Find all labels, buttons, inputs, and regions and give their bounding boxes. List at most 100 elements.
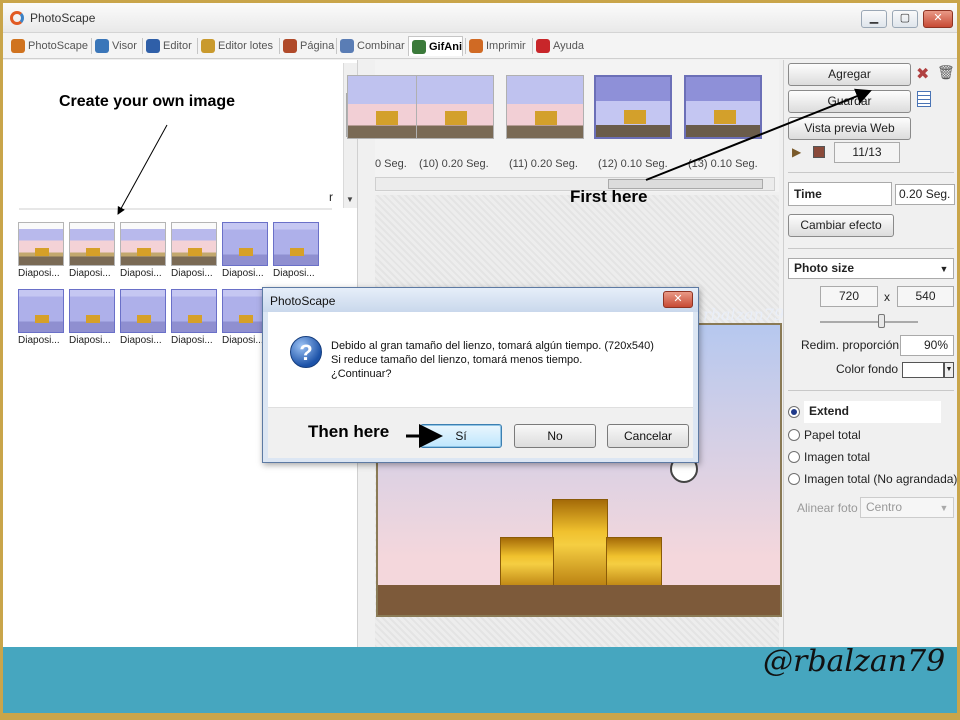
ground-floor [378,585,780,615]
tab-visor[interactable]: Visor [92,36,137,56]
list-icon[interactable] [917,91,931,107]
time-input[interactable]: 0.20 Seg. [895,184,955,205]
add-button[interactable]: Agregar [788,63,911,86]
tab-label: Página [300,40,335,52]
frame-thumbnail[interactable] [347,75,425,139]
frame-time-label: (12) 0.10 Seg. [598,158,668,170]
change-effect-button[interactable]: Cambiar efecto [788,214,894,237]
print-tab-icon [469,39,483,53]
thumbnail[interactable]: Diaposi... [171,222,219,282]
frame-counter: 11/13 [834,142,900,163]
photoscape-logo-icon [10,11,24,25]
bg-color-swatch[interactable] [902,362,944,378]
thumbnail[interactable]: Diaposi... [120,289,168,349]
maximize-button[interactable]: ▢ [892,10,918,28]
align-photo-dropdown[interactable]: Centro ▼ [860,497,954,518]
dialog-body: ? Debido al gran tamaño del lienzo, toma… [268,312,693,407]
tab-label: Combinar [357,40,405,52]
option-full-paper-label[interactable]: Papel total [804,428,861,442]
radio-full-image[interactable] [788,451,800,463]
frame-thumbnail[interactable] [506,75,584,139]
frame-time-label: (10) 0.20 Seg. [419,158,489,170]
chevron-down-icon: ▼ [939,503,949,513]
visor-tab-icon [95,39,109,53]
window-title: PhotoScape [30,11,96,25]
main-tab-bar: PhotoScape Visor Editor Editor lotes Pág… [3,33,957,59]
color-dropdown-arrow-icon[interactable]: ▼ [944,362,954,378]
trash-icon[interactable]: 🗑 [937,64,955,81]
stop-icon[interactable] [813,146,825,158]
photo-size-dropdown[interactable]: Photo size ▼ [788,258,954,279]
radio-full-image-no-enlarge[interactable] [788,473,800,485]
play-icon[interactable]: ▶ [792,145,801,159]
option-extend-label[interactable]: Extend [804,401,941,423]
tab-gifani[interactable]: GifAni [408,36,463,56]
thumbnail-label: Diaposi... [222,268,264,279]
radio-full-paper[interactable] [788,429,800,441]
chevron-down-icon: ▼ [939,264,949,274]
scroll-down-icon[interactable]: ▼ [346,195,354,204]
frame-thumbnail[interactable] [594,75,672,139]
tab-label: GifAni [429,41,462,53]
gold-block [552,499,608,591]
frame-thumbnail[interactable] [416,75,494,139]
align-photo-label: Alinear foto [797,501,858,515]
thumbnail[interactable]: Diaposi... [120,222,168,282]
tab-label: PhotoScape [28,40,88,52]
photoscape-tab-icon [11,39,25,53]
thumbnail-label: Diaposi... [69,335,111,346]
tab-editor[interactable]: Editor [143,36,192,56]
thumbnail-image [18,289,64,333]
height-field[interactable]: 540 [897,286,954,307]
thumbnail[interactable]: Diaposi... [273,222,321,282]
thumbnail[interactable]: Diaposi... [69,222,117,282]
web-preview-button[interactable]: Vista previa Web [788,117,911,140]
thumbnail-label: Diaposi... [69,268,111,279]
thumbnail[interactable]: Diaposi... [18,289,66,349]
tab-pagina[interactable]: Página [280,36,334,56]
annotation-then-here: Then here [308,422,390,441]
gold-block [606,537,662,591]
dialog-button-bar: Then here Sí No Cancelar [268,407,693,458]
radio-extend[interactable] [788,406,800,418]
dialog-message-line: Debido al gran tamaño del lienzo, tomará… [331,340,654,352]
tab-label: Editor [163,40,192,52]
thumbnail[interactable]: Diaposi... [171,289,219,349]
minimize-button[interactable]: ▁ [861,10,887,28]
tab-ayuda[interactable]: Ayuda [533,36,584,56]
option-full-image-no-enlarge-label[interactable]: Imagen total (No agrandada) [804,472,957,486]
right-panel: Agregar ✖ 🗑 Guardar Vista previa Web ▶ 1… [783,60,957,647]
tab-editor-lotes[interactable]: Editor lotes [198,36,273,56]
frame-thumbnail[interactable] [684,75,762,139]
frame-time-label: (11) 0.20 Seg. [509,158,578,170]
thumbnail[interactable]: Diaposi... [18,222,66,282]
remove-icon[interactable]: ✖ [916,64,929,84]
yes-button[interactable]: Sí [420,424,502,448]
thumbnail-image [69,222,115,266]
save-button[interactable]: Guardar [788,90,911,113]
resize-ratio-field[interactable]: 90% [900,335,954,356]
size-slider-track[interactable] [820,321,918,323]
option-full-image-label[interactable]: Imagen total [804,450,870,464]
annotation-first-here: First here [570,187,648,206]
thumbnail[interactable]: Diaposi... [222,222,270,282]
no-button[interactable]: No [514,424,596,448]
cancel-button[interactable]: Cancelar [607,424,689,448]
thumbnail-label: Diaposi... [171,268,213,279]
width-field[interactable]: 720 [820,286,878,307]
thumbnail-image [171,289,217,333]
tab-imprimir[interactable]: Imprimir [466,36,526,56]
dialog-message-line: Si reduce tamaño del lienzo, tomará meno… [331,354,583,366]
combine-tab-icon [340,39,354,53]
tab-photoscape[interactable]: PhotoScape [8,36,88,56]
close-window-button[interactable]: ✕ [923,10,953,28]
frame-timeline: 0 Seg. (10) 0.20 Seg. (11) 0.20 Seg. (12… [347,60,779,192]
size-slider-handle[interactable] [878,314,885,328]
thumbnail[interactable]: Diaposi... [69,289,117,349]
confirm-dialog: PhotoScape ✕ ? Debido al gran tamaño del… [262,287,699,463]
tab-combinar[interactable]: Combinar [337,36,405,56]
dialog-close-button[interactable]: ✕ [663,291,693,308]
page-tab-icon [283,39,297,53]
time-label: Time [788,182,892,206]
size-separator: x [884,290,890,304]
